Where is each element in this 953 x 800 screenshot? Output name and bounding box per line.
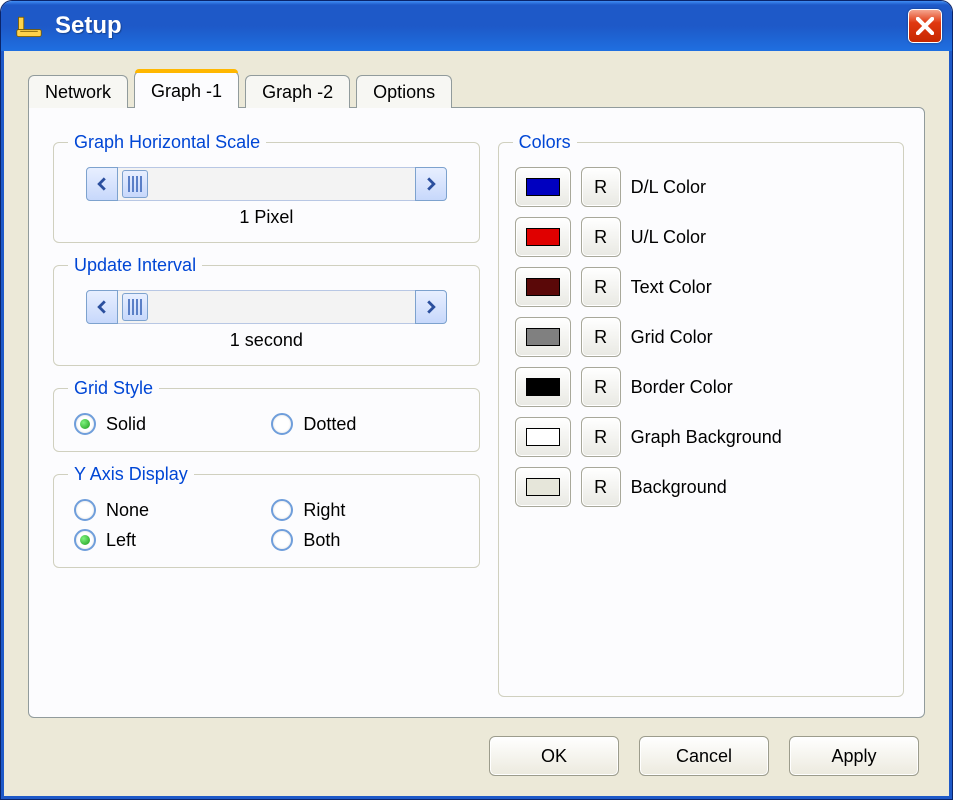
chevron-left-icon (95, 300, 109, 314)
close-button[interactable] (908, 9, 942, 43)
color-swatch-button[interactable] (515, 367, 571, 407)
chevron-right-icon (424, 177, 438, 191)
color-row-background: R Background (515, 467, 883, 507)
window-title: Setup (55, 12, 908, 40)
slider-thumb[interactable] (122, 293, 148, 321)
color-reset-button[interactable]: R (581, 417, 621, 457)
color-swatch (526, 178, 560, 196)
color-swatch-button[interactable] (515, 467, 571, 507)
radio-icon (74, 529, 96, 551)
color-row-dl: R D/L Color (515, 167, 883, 207)
slider-decrease-button[interactable] (86, 167, 118, 201)
color-swatch-button[interactable] (515, 167, 571, 207)
client-area: Network Graph -1 Graph -2 Options Graph … (1, 51, 952, 799)
color-swatch (526, 278, 560, 296)
update-interval-value: 1 second (230, 330, 303, 351)
color-swatch-button[interactable] (515, 417, 571, 457)
color-swatch (526, 428, 560, 446)
radio-label: Right (303, 500, 345, 521)
ok-button[interactable]: OK (489, 736, 619, 776)
radio-yaxis-right[interactable]: Right (271, 499, 458, 521)
tab-options[interactable]: Options (356, 75, 452, 108)
left-column: Graph Horizontal Scale (53, 132, 480, 697)
tab-graph-2[interactable]: Graph -2 (245, 75, 350, 108)
color-row-ul: R U/L Color (515, 217, 883, 257)
slider-decrease-button[interactable] (86, 290, 118, 324)
dialog-footer: OK Cancel Apply (28, 718, 925, 778)
color-swatch (526, 328, 560, 346)
right-column: Colors R D/L Color R U/L Color (498, 132, 904, 697)
graph-scale-value: 1 Pixel (239, 207, 293, 228)
radio-icon (271, 413, 293, 435)
radio-yaxis-left[interactable]: Left (74, 529, 261, 551)
color-label: Background (631, 477, 727, 498)
color-swatch-button[interactable] (515, 267, 571, 307)
chevron-right-icon (424, 300, 438, 314)
color-label: U/L Color (631, 227, 706, 248)
app-icon (15, 12, 43, 40)
chevron-left-icon (95, 177, 109, 191)
slider-increase-button[interactable] (415, 290, 447, 324)
group-y-axis: Y Axis Display None Right Left (53, 464, 480, 568)
color-row-text: R Text Color (515, 267, 883, 307)
color-swatch (526, 228, 560, 246)
color-reset-button[interactable]: R (581, 217, 621, 257)
tab-panel: Graph Horizontal Scale (28, 107, 925, 718)
radio-icon (74, 413, 96, 435)
group-legend: Update Interval (68, 255, 202, 276)
radio-label: Left (106, 530, 136, 551)
group-graph-scale: Graph Horizontal Scale (53, 132, 480, 243)
radio-icon (74, 499, 96, 521)
color-label: Border Color (631, 377, 733, 398)
update-interval-slider[interactable] (86, 290, 447, 324)
color-reset-button[interactable]: R (581, 167, 621, 207)
tab-graph-1[interactable]: Graph -1 (134, 71, 239, 108)
titlebar: Setup (1, 1, 952, 51)
radio-label: None (106, 500, 149, 521)
color-label: D/L Color (631, 177, 706, 198)
setup-dialog: Setup Network Graph -1 Graph -2 Options … (0, 0, 953, 800)
radio-icon (271, 529, 293, 551)
color-reset-button[interactable]: R (581, 267, 621, 307)
group-grid-style: Grid Style Solid Dotted (53, 378, 480, 452)
color-label: Graph Background (631, 427, 782, 448)
close-icon (916, 17, 934, 35)
color-reset-button[interactable]: R (581, 467, 621, 507)
color-row-border: R Border Color (515, 367, 883, 407)
group-legend: Graph Horizontal Scale (68, 132, 266, 153)
color-row-graph-bg: R Graph Background (515, 417, 883, 457)
color-swatch (526, 478, 560, 496)
group-update-interval: Update Interval (53, 255, 480, 366)
slider-track[interactable] (118, 167, 415, 201)
group-legend: Y Axis Display (68, 464, 194, 485)
radio-label: Both (303, 530, 340, 551)
radio-label: Dotted (303, 414, 356, 435)
color-swatch-button[interactable] (515, 317, 571, 357)
radio-grid-dotted[interactable]: Dotted (271, 413, 458, 435)
apply-button[interactable]: Apply (789, 736, 919, 776)
radio-icon (271, 499, 293, 521)
color-swatch (526, 378, 560, 396)
slider-track[interactable] (118, 290, 415, 324)
radio-grid-solid[interactable]: Solid (74, 413, 261, 435)
cancel-button[interactable]: Cancel (639, 736, 769, 776)
radio-yaxis-none[interactable]: None (74, 499, 261, 521)
slider-increase-button[interactable] (415, 167, 447, 201)
color-reset-button[interactable]: R (581, 367, 621, 407)
color-swatch-button[interactable] (515, 217, 571, 257)
color-label: Grid Color (631, 327, 713, 348)
graph-scale-slider[interactable] (86, 167, 447, 201)
radio-label: Solid (106, 414, 146, 435)
color-reset-button[interactable]: R (581, 317, 621, 357)
color-label: Text Color (631, 277, 712, 298)
tab-network[interactable]: Network (28, 75, 128, 108)
color-row-grid: R Grid Color (515, 317, 883, 357)
group-colors: Colors R D/L Color R U/L Color (498, 132, 904, 697)
tabstrip: Network Graph -1 Graph -2 Options (28, 71, 925, 108)
slider-thumb[interactable] (122, 170, 148, 198)
group-legend: Grid Style (68, 378, 159, 399)
group-legend: Colors (513, 132, 577, 153)
radio-yaxis-both[interactable]: Both (271, 529, 458, 551)
